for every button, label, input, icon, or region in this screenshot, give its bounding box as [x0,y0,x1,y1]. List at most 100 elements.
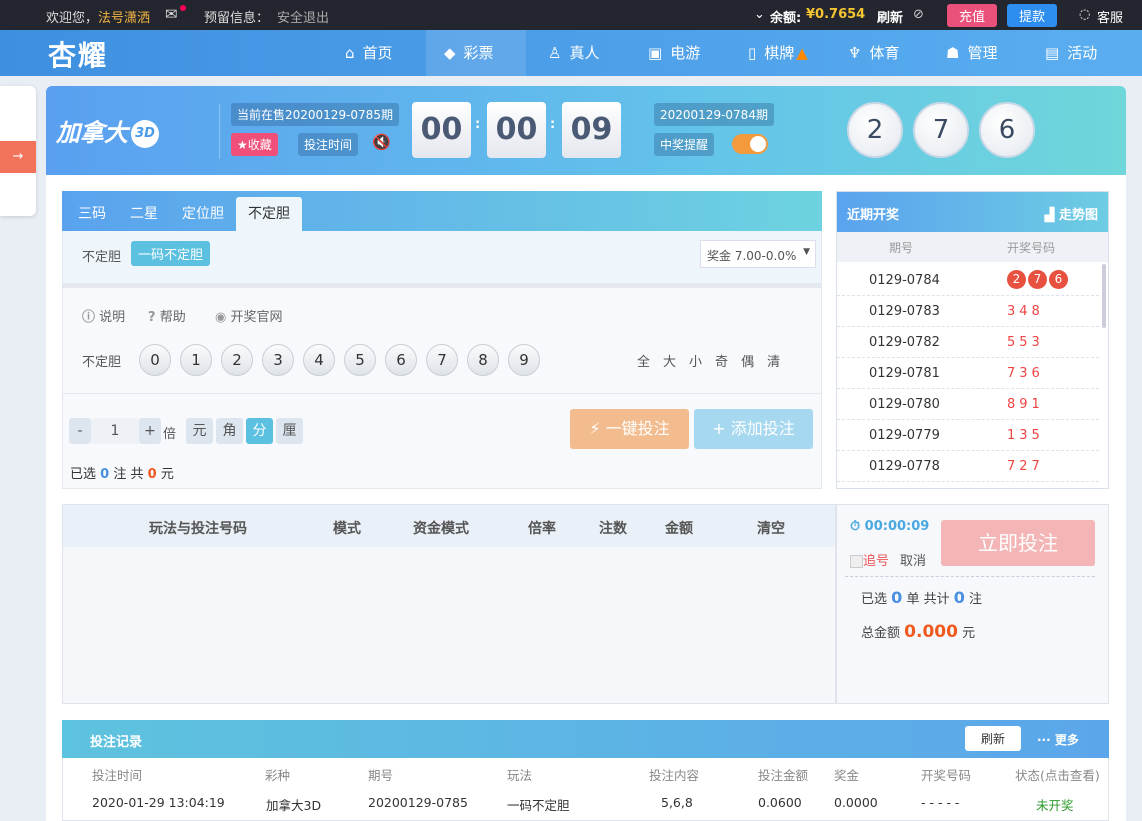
help-label[interactable]: 帮助 [160,310,186,325]
username[interactable]: 法号潇洒 [98,7,150,26]
info-icon: ⓘ [82,310,96,325]
quick-odd[interactable]: 奇 [715,355,741,370]
col-fund-mode: 资金模式 [413,521,469,537]
records-refresh-button[interactable]: 刷新 [965,726,1022,751]
order-summary: 已选 0 单 共计 0 注 [861,588,983,607]
number-ball-6[interactable]: 6 [385,344,417,376]
number-ball-1[interactable]: 1 [180,344,212,376]
nav-sports[interactable]: ♆ 体育 [830,30,917,76]
clear-all-button[interactable]: 清空 [757,518,785,538]
records-col-header: 开奖号码 [921,768,972,783]
notice-label: 预留信息： [204,11,270,26]
chevron-down-icon[interactable]: ⌄ [754,7,765,22]
number-ball-7[interactable]: 7 [426,344,458,376]
quick-big[interactable]: 大 [663,355,689,370]
unit-li[interactable]: 厘 [276,418,303,444]
draw-issue: 0129-0783 [869,304,940,319]
withdraw-button[interactable]: 提款 [1007,4,1058,27]
chat-icon[interactable]: ◌ [1079,7,1090,22]
tab-two-star[interactable]: 二星 [118,197,170,231]
mail-icon[interactable]: ✉ [165,5,186,23]
submit-bet-button[interactable]: 立即投注 [941,520,1095,566]
countdown-minutes: 00 [487,102,546,158]
one-click-bet-button[interactable]: ⚡ 一键投注 [570,409,689,449]
logo-text: 杏耀 [48,39,109,72]
records-cell: 2020-01-29 13:04:19 [92,795,225,810]
sound-mute-icon[interactable]: 🔇 [372,133,391,151]
multiplier-minus[interactable]: - [69,418,91,444]
cancel-chase[interactable]: 取消 [900,550,926,569]
nav-live[interactable]: ♙ 真人 [530,30,617,76]
unit-fen[interactable]: 分 [246,418,273,444]
nav-slots[interactable]: ▣ 电游 [630,30,718,76]
chase-checkbox[interactable]: 追号 [850,550,889,569]
draw-issue: 0129-0784 [869,273,940,288]
records-cell: 0.0600 [758,795,802,810]
records-col-header: 投注金额 [758,768,809,783]
timer: ⏱ 00:00:09 [850,519,929,534]
times-label: 倍 [163,427,177,442]
nav-manage[interactable]: ☗ 管理 [928,30,1015,76]
records-more-link[interactable]: ··· 更多 [1037,731,1079,748]
game-name: 加拿大 [56,119,128,147]
row-label: 不定胆 [82,355,122,370]
number-ball-0[interactable]: 0 [139,344,171,376]
arrow-right-icon[interactable]: → [0,141,36,173]
customer-service-link[interactable]: 客服 [1097,7,1123,26]
nav-label: 彩票 [463,44,494,62]
multiplier-plus[interactable]: + [139,418,161,444]
number-ball-4[interactable]: 4 [303,344,335,376]
submit-panel: ⏱ 00:00:09 追号 取消 立即投注 已选 0 单 共计 0 注 总金额 … [836,504,1109,704]
number-ball-5[interactable]: 5 [344,344,376,376]
quick-all[interactable]: 全 [637,355,663,370]
site-logo[interactable]: 杏耀 [48,34,108,74]
recharge-button[interactable]: 充值 [947,4,998,27]
favorite-button[interactable]: ★收藏 [231,133,278,156]
side-float-panel: → [0,86,36,216]
total-amount: 总金额 0.000 元 [861,622,976,642]
nav-label: 电游 [670,44,701,62]
tab-three-code[interactable]: 三码 [66,197,118,231]
number-ball-9[interactable]: 9 [508,344,540,376]
lottery-icon: ◆ [444,44,456,62]
nav-activity[interactable]: ▤ 活动 [1027,30,1115,76]
add-bet-button[interactable]: + 添加投注 [694,409,813,449]
win-alert-toggle[interactable] [732,134,768,154]
unit-yuan[interactable]: 元 [186,418,213,444]
draw-row: 0129-0781 736 [837,358,1099,389]
number-ball-3[interactable]: 3 [262,344,294,376]
number-ball-2[interactable]: 2 [221,344,253,376]
draw-issue: 0129-0781 [869,366,940,381]
draw-row: 0129-0779 135 [837,420,1099,451]
unit-jiao[interactable]: 角 [216,418,243,444]
quick-small[interactable]: 小 [689,355,715,370]
quick-even[interactable]: 偶 [741,355,767,370]
logout-link[interactable]: 安全退出 [277,7,329,26]
bet-time-button[interactable]: 投注时间 [298,133,359,156]
prize-select[interactable]: 奖金 7.00-0.0% ▼ [700,240,816,268]
draw-issue: 0129-0778 [869,459,940,474]
nav-label: 棋牌 [764,44,795,62]
trend-chart-link[interactable]: ▟ 走势图 [1044,204,1098,223]
nav-home[interactable]: ⌂ 首页 [327,30,411,76]
game-badge: 3D [131,120,159,148]
records-col-header: 期号 [368,768,394,783]
win-alert-label: 中奖提醒 [654,133,715,156]
result-ball: 7 [913,102,969,158]
tab-unfixed[interactable]: 不定胆 [236,197,302,231]
nav-cards[interactable]: ▯ 棋牌 ▲ [730,30,826,76]
info-label[interactable]: 说明 [99,310,125,325]
number-ball-8[interactable]: 8 [467,344,499,376]
official-label[interactable]: 开奖官网 [230,310,282,325]
hide-eye-icon[interactable]: ⊘ [913,7,924,22]
nav-lottery[interactable]: ◆ 彩票 [426,30,526,76]
subtype-one-code[interactable]: 一码不定胆 [131,241,211,266]
main-nav: ⌂ 首页 ◆ 彩票 ♙ 真人 ▣ 电游 ▯ 棋牌 ▲ ♆ 体育 ☗ 管理 ▤ 活动 [0,30,1142,76]
tab-position[interactable]: 定位胆 [170,197,236,231]
gift-icon: ▤ [1045,44,1060,62]
refresh-balance-link[interactable]: 刷新 [877,7,903,26]
quick-clear[interactable]: 清 [767,355,793,370]
records-cell[interactable]: 未开奖 [1036,795,1074,814]
scrollbar[interactable] [1102,264,1106,328]
multiplier-input[interactable]: 1 [91,418,139,444]
